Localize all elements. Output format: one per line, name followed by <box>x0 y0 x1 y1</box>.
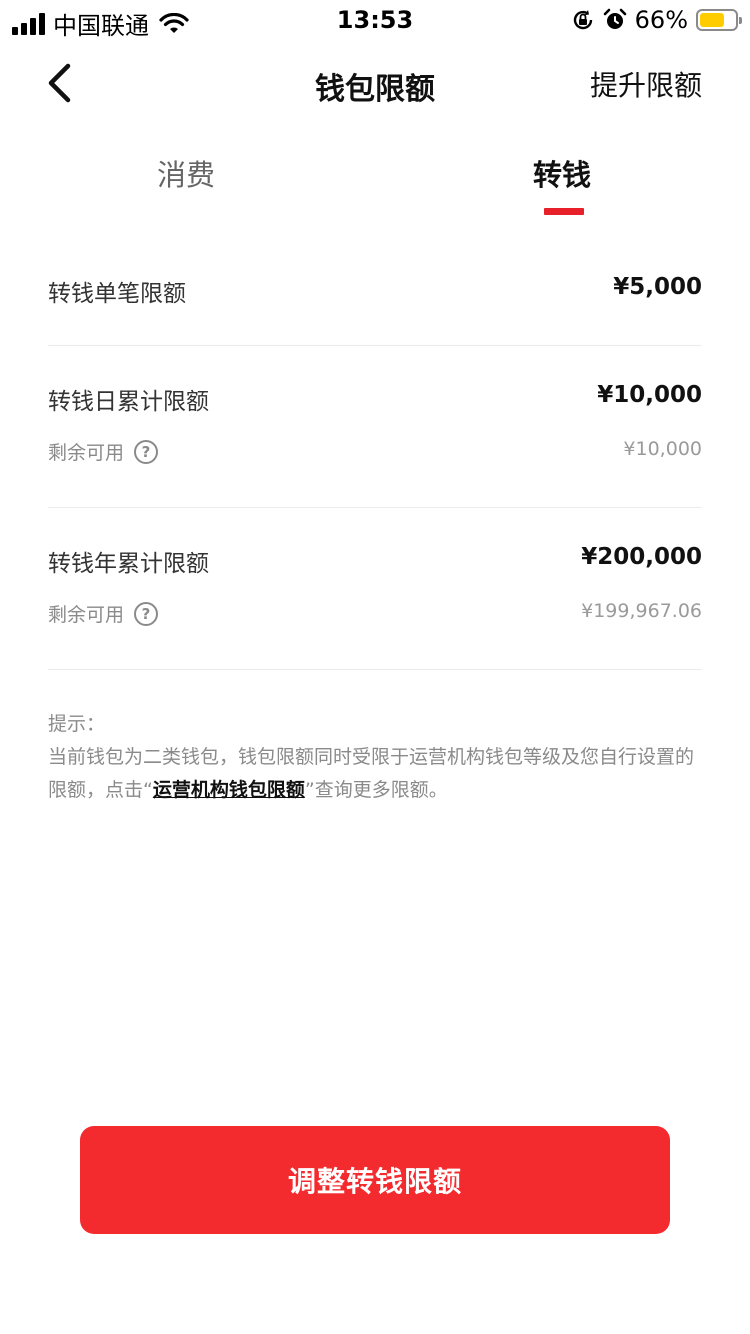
limit-value: ¥10,000 <box>597 382 702 408</box>
remaining-value: ¥199,967.06 <box>581 600 702 622</box>
limit-yearly: 转钱年累计限额 ¥200,000 剩余可用 ? ¥199,967.06 <box>48 508 702 670</box>
tips-title: 提示： <box>48 713 106 735</box>
adjust-transfer-limit-button[interactable]: 调整转钱限额 <box>80 1126 670 1234</box>
tab-indicator <box>544 208 584 215</box>
limit-daily: 转钱日累计限额 ¥10,000 剩余可用 ? ¥10,000 <box>48 346 702 508</box>
back-button[interactable] <box>38 58 82 108</box>
status-right: 66% <box>571 6 742 34</box>
limit-single: 转钱单笔限额 ¥5,000 <box>48 240 702 346</box>
wallet-limit-page: 中国联通 13:53 66% 钱包限额 提升限额 消费 转钱 转钱单笔限额 ¥5… <box>0 0 750 1334</box>
limits-list: 转钱单笔限额 ¥5,000 转钱日累计限额 ¥10,000 剩余可用 ? ¥10… <box>48 240 702 670</box>
tab-consume[interactable]: 消费 <box>86 152 286 194</box>
status-bar: 中国联通 13:53 66% <box>0 0 750 40</box>
nav-bar: 钱包限额 提升限额 <box>0 40 750 128</box>
limit-label: 转钱年累计限额 <box>48 551 209 577</box>
battery-icon <box>696 9 742 31</box>
battery-percent: 66% <box>634 6 688 34</box>
tips-section: 提示： 当前钱包为二类钱包，钱包限额同时受限于运营机构钱包等级及您自行设置的限额… <box>48 708 708 807</box>
operator-limit-link[interactable]: 运营机构钱包限额 <box>153 779 305 801</box>
limit-value: ¥200,000 <box>581 544 702 570</box>
battery-fill <box>700 13 724 27</box>
remaining-value: ¥10,000 <box>623 438 702 460</box>
alarm-icon <box>603 8 626 29</box>
raise-limit-button[interactable]: 提升限额 <box>590 64 702 104</box>
limit-label: 转钱单笔限额 <box>48 281 186 307</box>
tips-text: 当前钱包为二类钱包，钱包限额同时受限于运营机构钱包等级及您自行设置的限额，点击“… <box>48 746 695 801</box>
rotation-lock-icon <box>573 10 592 30</box>
tab-transfer[interactable]: 转钱 <box>462 152 662 194</box>
limit-value: ¥5,000 <box>613 274 702 300</box>
limit-label: 转钱日累计限额 <box>48 389 209 415</box>
tab-bar: 消费 转钱 <box>0 140 750 220</box>
help-icon[interactable]: ? <box>134 439 159 464</box>
help-icon[interactable]: ? <box>134 601 159 626</box>
remaining-label: 剩余可用 <box>48 442 125 464</box>
remaining-label: 剩余可用 <box>48 604 125 626</box>
